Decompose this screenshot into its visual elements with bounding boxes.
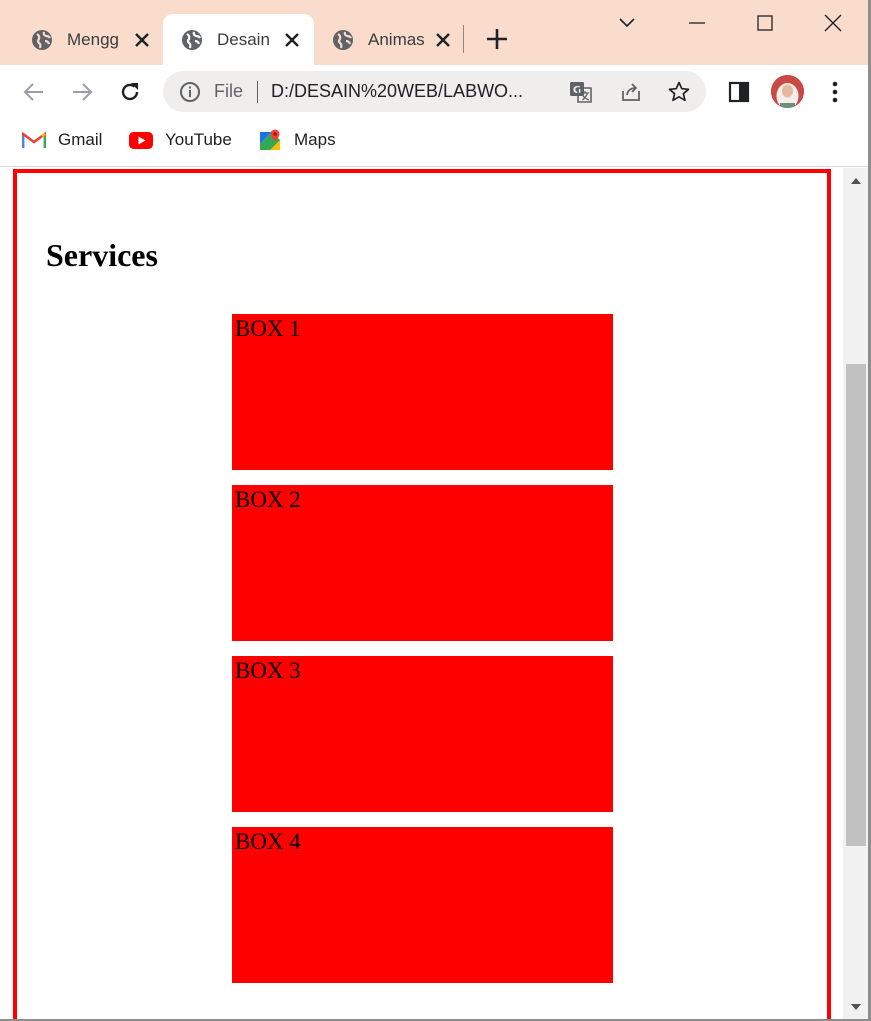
close-icon[interactable] [283,31,301,49]
new-tab-button[interactable] [484,26,510,52]
translate-icon[interactable]: G [569,80,593,104]
close-window-button[interactable] [818,8,848,38]
svg-text:G: G [573,85,581,96]
service-box-4: BOX 4 [232,827,613,983]
bookmark-label: YouTube [165,130,232,149]
plus-icon [487,29,507,49]
tab-title: Desain [217,29,270,49]
scheme-divider [257,81,258,103]
tab-separator [463,25,464,53]
avatar[interactable] [771,75,804,108]
bookmark-label: Gmail [58,130,103,149]
service-box-2: BOX 2 [232,485,613,641]
tab-title: Mengg [67,29,119,49]
tab-strip: Mengg Desain Animas [0,0,871,65]
triangle-up-icon [850,178,861,184]
tab-menggunakan[interactable]: Mengg [0,14,163,65]
reload-icon [121,83,139,101]
arrow-right-icon [73,83,93,101]
scroll-up-arrow[interactable] [843,170,868,192]
chevron-down-icon [619,18,635,28]
scrollbar-thumb[interactable] [846,364,866,846]
url-text[interactable]: D:/DESAIN%20WEB/LABWO... [271,81,551,102]
bookmarks-bar: Gmail YouTube Maps [0,119,871,167]
maximize-icon [757,15,773,31]
star-bookmark-icon[interactable] [667,80,691,104]
side-panel-button[interactable] [724,77,754,107]
more-vert-icon [832,81,838,103]
back-button[interactable] [19,77,49,107]
youtube-icon [129,131,153,149]
minimize-button[interactable] [682,8,712,38]
scroll-down-arrow[interactable] [843,996,868,1018]
page-title: Services [46,237,158,273]
bookmark-label: Maps [294,130,336,149]
arrow-left-icon [23,83,43,101]
tab-desain-active[interactable]: Desain [163,14,314,65]
close-icon[interactable] [434,31,452,49]
address-bar[interactable]: File D:/DESAIN%20WEB/LABWO... G [163,71,706,112]
reload-button[interactable] [115,77,145,107]
globe-icon [31,29,53,51]
tab-animasi[interactable]: Animas [314,14,463,65]
bookmark-gmail[interactable]: Gmail [22,128,102,152]
maps-icon [260,129,280,150]
minimize-icon [689,22,705,24]
share-icon[interactable] [619,80,643,104]
vertical-scrollbar[interactable] [843,168,868,1021]
page-viewport: Services BOX 1 BOX 2 BOX 3 BOX 4 [0,168,843,1021]
tab-title: Animas [368,29,424,49]
globe-icon [332,29,354,51]
service-box-3: BOX 3 [232,656,613,812]
tab-search-button[interactable] [612,8,642,38]
services-section: Services BOX 1 BOX 2 BOX 3 BOX 4 [13,169,831,1021]
side-panel-icon [728,81,750,103]
scheme-label: File [214,81,244,101]
maximize-button[interactable] [750,8,780,38]
bookmark-youtube[interactable]: YouTube [129,128,232,152]
gmail-icon [22,131,46,148]
info-icon[interactable] [179,81,201,103]
bookmark-maps[interactable]: Maps [258,128,336,152]
triangle-down-icon [850,1004,861,1010]
globe-icon [181,29,203,51]
close-icon[interactable] [133,31,151,49]
menu-button[interactable] [820,77,850,107]
close-window-icon [824,14,842,32]
service-box-1: BOX 1 [232,314,613,470]
forward-button[interactable] [67,77,97,107]
browser-toolbar: File D:/DESAIN%20WEB/LABWO... G [0,65,871,119]
